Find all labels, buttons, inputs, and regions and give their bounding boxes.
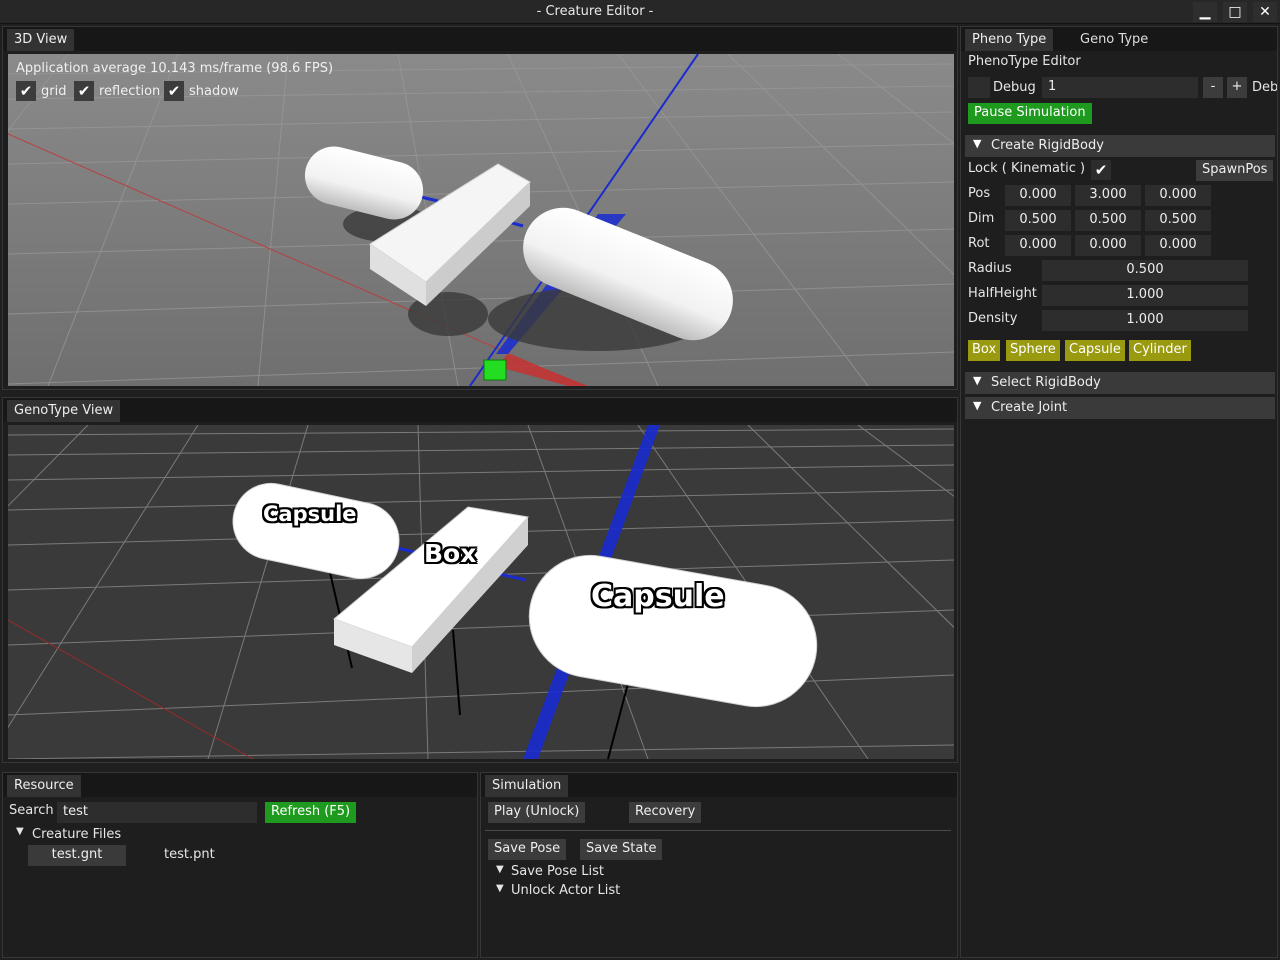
pos-x-input[interactable]: 0.000 — [1005, 185, 1071, 206]
select-rigidbody-label: Select RigidBody — [991, 375, 1101, 390]
creature-files-tree-node[interactable]: Creature Files — [32, 827, 121, 842]
density-label: Density — [968, 311, 1018, 326]
simulation-tabstrip: Simulation — [481, 773, 957, 797]
pos-z-input[interactable]: 0.000 — [1145, 185, 1211, 206]
unlock-actor-list-expand-icon[interactable]: ▼ — [496, 883, 504, 894]
shadow-checkbox-label: shadow — [189, 84, 239, 99]
close-button[interactable]: ✕ — [1253, 2, 1277, 22]
lock-kinematic-label: Lock ( Kinematic ) — [968, 161, 1086, 176]
save-pose-button[interactable]: Save Pose — [488, 839, 567, 860]
lock-kinematic-checkbox[interactable]: ✔ — [1091, 160, 1111, 180]
density-input[interactable]: 1.000 — [1042, 310, 1248, 331]
dim-y-input[interactable]: 0.500 — [1075, 210, 1141, 231]
minimize-button[interactable]: ▁ — [1193, 2, 1217, 22]
rot-y-input[interactable]: 0.000 — [1075, 235, 1141, 256]
tab-pheno-type[interactable]: Pheno Type — [965, 29, 1054, 51]
create-rigidbody-header[interactable]: ▼ Create RigidBody — [965, 135, 1275, 157]
shadow-checkbox[interactable]: ✔ — [164, 81, 184, 101]
geno-small-capsule — [232, 482, 400, 580]
view3d-tabstrip: 3D View — [3, 27, 957, 51]
file-item-test-pnt[interactable]: test.pnt — [164, 847, 215, 862]
select-rigidbody-expand-icon: ▼ — [973, 374, 982, 387]
tab-simulation[interactable]: Simulation — [485, 775, 569, 797]
debug-decrement-button[interactable]: - — [1203, 77, 1223, 98]
maximize-button[interactable]: □ — [1223, 2, 1247, 22]
pos-label: Pos — [968, 186, 991, 201]
simulation-divider — [485, 830, 951, 831]
create-rigidbody-expand-icon: ▼ — [973, 137, 982, 150]
create-joint-header[interactable]: ▼ Create Joint — [965, 397, 1275, 419]
search-label: Search — [9, 803, 54, 818]
reflection-checkbox-label: reflection — [99, 84, 161, 99]
save-pose-list-expand-icon[interactable]: ▼ — [496, 864, 504, 875]
window-title: - Creature Editor - — [536, 4, 654, 19]
dim-z-input[interactable]: 0.500 — [1145, 210, 1211, 231]
pause-simulation-button[interactable]: Pause Simulation — [968, 103, 1092, 124]
grid-checkbox[interactable]: ✔ — [16, 81, 36, 101]
rot-label: Rot — [968, 236, 990, 251]
create-rigidbody-label: Create RigidBody — [991, 138, 1104, 153]
halfheight-label: HalfHeight — [968, 286, 1037, 301]
simulation-panel: Simulation Play (Unlock) Recovery Save P… — [480, 772, 958, 958]
debug-label: Debug — [993, 80, 1036, 95]
shape-sphere-button[interactable]: Sphere — [1006, 340, 1060, 361]
save-pose-list-node[interactable]: Save Pose List — [511, 864, 604, 879]
resource-panel: Resource Search test Refresh (F5) ▼ Crea… — [2, 772, 478, 958]
genoview-panel: GenoType View Capsule Box Capsule — [2, 397, 958, 763]
view3d-panel: 3D View Application average 10.143 ms/fr… — [2, 26, 958, 390]
refresh-button[interactable]: Refresh (F5) — [265, 802, 357, 823]
rot-z-input[interactable]: 0.000 — [1145, 235, 1211, 256]
genoview-tabstrip: GenoType View — [3, 398, 957, 422]
gizmo-cube[interactable] — [483, 359, 507, 381]
save-state-button[interactable]: Save State — [580, 839, 663, 860]
editor-tabstrip: Pheno Type Geno Type — [961, 27, 1277, 51]
genoview-viewport[interactable]: Capsule Box Capsule — [8, 425, 954, 759]
dim-label: Dim — [968, 211, 995, 226]
fps-readout: Application average 10.143 ms/frame (98.… — [16, 61, 334, 76]
geno-label-capsule-right: Capsule — [591, 579, 725, 614]
tab-resource[interactable]: Resource — [7, 775, 81, 797]
view3d-scene — [8, 54, 954, 386]
reflection-checkbox[interactable]: ✔ — [74, 81, 94, 101]
spawnpos-button[interactable]: SpawnPos — [1196, 160, 1274, 181]
rot-x-input[interactable]: 0.000 — [1005, 235, 1071, 256]
geno-large-capsule — [528, 554, 818, 708]
geno-label-box: Box — [424, 539, 477, 568]
shape-cylinder-button[interactable]: Cylinder — [1129, 340, 1191, 361]
select-rigidbody-header[interactable]: ▼ Select RigidBody — [965, 372, 1275, 394]
view3d-viewport[interactable]: Application average 10.143 ms/frame (98.… — [8, 54, 954, 386]
file-item-test-gnt[interactable]: test.gnt — [28, 845, 126, 866]
search-input[interactable]: test — [57, 802, 257, 823]
shape-box-button[interactable]: Box — [968, 340, 1001, 361]
grid-checkbox-label: grid — [41, 84, 67, 99]
editor-title: PhenoType Editor — [968, 54, 1081, 69]
debug-trailing-label: Deb — [1252, 80, 1277, 95]
geno-label-capsule-left: Capsule — [263, 502, 357, 526]
tab-genotype-view[interactable]: GenoType View — [7, 400, 121, 422]
genoview-scene — [8, 425, 954, 759]
pos-y-input[interactable]: 3.000 — [1075, 185, 1141, 206]
play-unlock-button[interactable]: Play (Unlock) — [488, 802, 586, 823]
editor-panel: Pheno Type Geno Type PhenoType Editor De… — [960, 26, 1278, 958]
tab-3d-view[interactable]: 3D View — [7, 29, 75, 51]
tab-geno-type[interactable]: Geno Type — [1073, 29, 1156, 51]
halfheight-input[interactable]: 1.000 — [1042, 285, 1248, 306]
debug-input[interactable]: 1 — [1042, 77, 1198, 98]
debug-increment-button[interactable]: + — [1227, 77, 1247, 98]
title-bar: - Creature Editor - ▁ □ ✕ — [0, 0, 1280, 24]
create-joint-label: Create Joint — [991, 400, 1068, 415]
shape-capsule-button[interactable]: Capsule — [1065, 340, 1125, 361]
creature-files-expand-icon[interactable]: ▼ — [16, 826, 24, 837]
recovery-button[interactable]: Recovery — [629, 802, 702, 823]
radius-label: Radius — [968, 261, 1012, 276]
create-joint-expand-icon: ▼ — [973, 399, 982, 412]
resource-tabstrip: Resource — [3, 773, 477, 797]
debug-color-swatch[interactable] — [968, 77, 990, 98]
dim-x-input[interactable]: 0.500 — [1005, 210, 1071, 231]
radius-input[interactable]: 0.500 — [1042, 260, 1248, 281]
unlock-actor-list-node[interactable]: Unlock Actor List — [511, 883, 620, 898]
